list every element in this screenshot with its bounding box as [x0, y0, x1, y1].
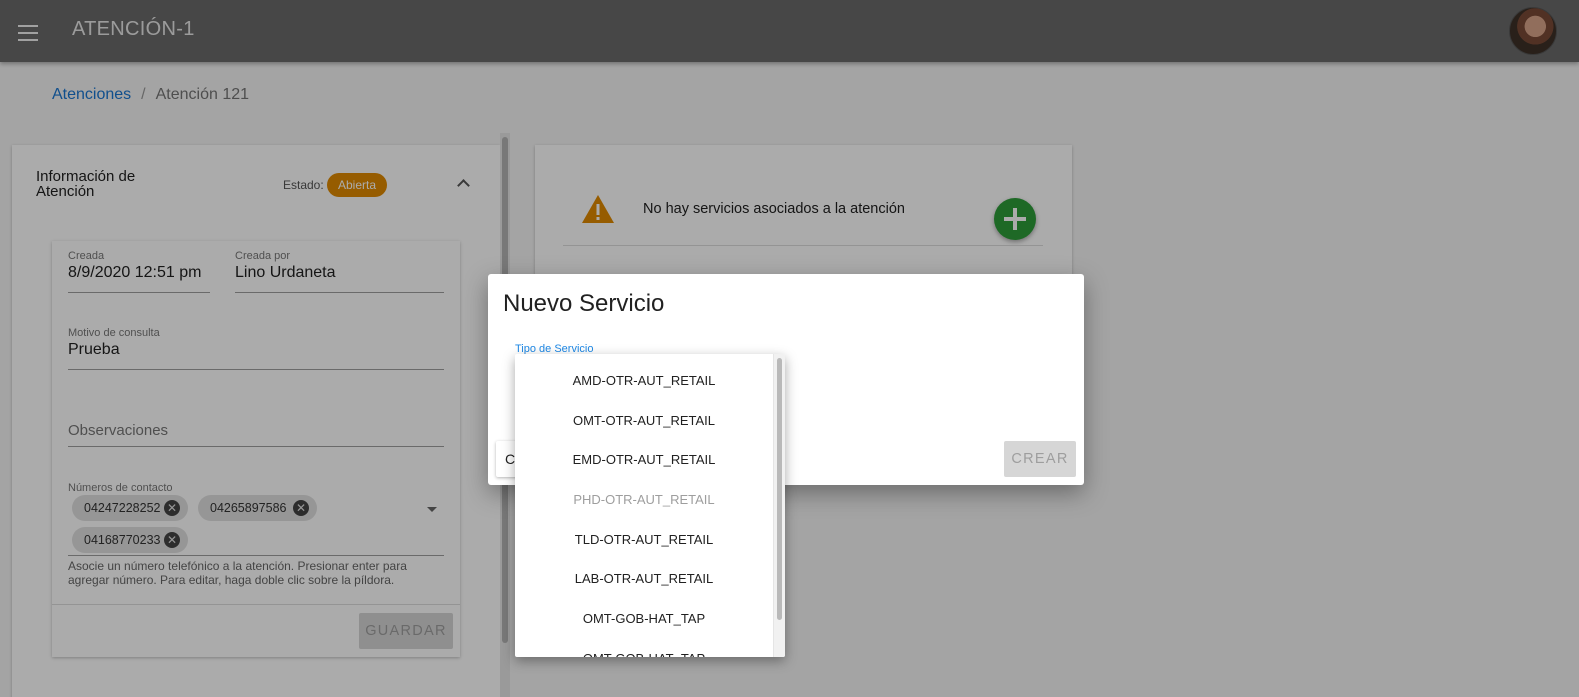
service-type-menu: AMD-OTR-AUT_RETAIL OMT-OTR-AUT_RETAIL EM…	[515, 354, 785, 657]
menu-item[interactable]: OMT-GOB-HAT_TAP	[515, 639, 773, 657]
dialog-title: Nuevo Servicio	[503, 290, 665, 317]
menu-item-disabled: PHD-OTR-AUT_RETAIL	[573, 492, 715, 507]
menu-item[interactable]: AMD-OTR-AUT_RETAIL	[515, 361, 773, 401]
menu-item[interactable]: OMT-OTR-AUT_RETAIL	[515, 401, 773, 441]
menu-scrollbar[interactable]	[773, 354, 785, 657]
menu-scrollbar-thumb[interactable]	[777, 358, 782, 620]
menu-item[interactable]: LAB-OTR-AUT_RETAIL	[515, 559, 773, 599]
create-button[interactable]: CREAR	[1004, 441, 1076, 477]
menu-item[interactable]: EMD-OTR-AUT_RETAIL	[515, 440, 773, 480]
menu-item[interactable]: OMT-GOB-HAT_TAP	[515, 599, 773, 639]
menu-item[interactable]: TLD-OTR-AUT_RETAIL	[515, 520, 773, 560]
